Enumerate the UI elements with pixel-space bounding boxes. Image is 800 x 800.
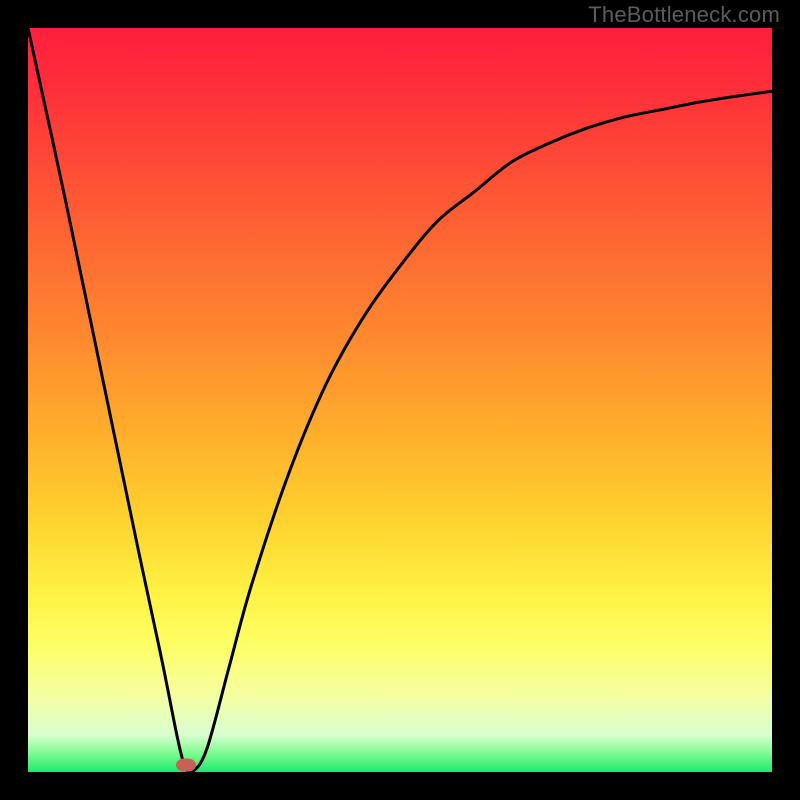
plot-area [28, 28, 772, 772]
watermark-text: TheBottleneck.com [588, 2, 780, 28]
optimal-point-marker [176, 759, 196, 772]
curve-svg [28, 28, 772, 772]
bottleneck-curve [28, 28, 772, 772]
chart-frame: TheBottleneck.com [0, 0, 800, 800]
